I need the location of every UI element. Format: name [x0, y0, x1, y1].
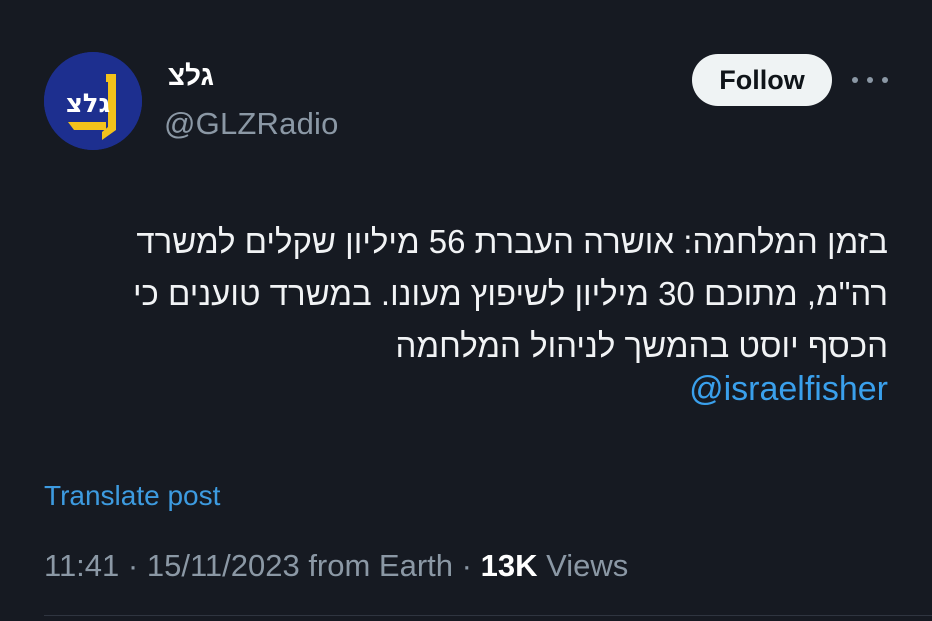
more-dot [867, 77, 873, 83]
more-horizontal-icon[interactable] [852, 68, 888, 92]
divider [44, 615, 932, 616]
tweet-line: בזמן המלחמה: אושרה העברת 56 מיליון שקלים… [136, 223, 888, 260]
meta-separator: · [453, 548, 481, 583]
avatar-logo-text: גלצ [66, 89, 110, 119]
mention-link[interactable]: @israelfisher [560, 370, 888, 409]
tweet-line: רה"מ, מתוכם 30 מיליון לשיפוץ מעונו. במשר… [132, 275, 888, 312]
avatar[interactable]: גלצ [44, 52, 142, 150]
tweet-card: גלצ גלצ @GLZRadio Follow בזמן המלחמה: או… [0, 0, 932, 621]
tweet-meta: 11:41 · 15/11/2023 from Earth · 13K View… [44, 548, 628, 584]
more-dot [852, 77, 858, 83]
views-count[interactable]: 13K [481, 548, 538, 583]
author-display-name[interactable]: גלצ [168, 60, 214, 92]
tweet-body: בזמן המלחמה: אושרה העברת 56 מיליון שקלים… [40, 216, 888, 372]
tweet-date[interactable]: 15/11/2023 [147, 548, 300, 583]
follow-button[interactable]: Follow [692, 54, 832, 106]
tweet-time[interactable]: 11:41 [44, 548, 119, 583]
translate-post-link[interactable]: Translate post [44, 480, 220, 512]
author-handle[interactable]: @GLZRadio [164, 106, 339, 142]
tweet-line: הכסף יוסט בהמשך לניהול המלחמה [395, 327, 888, 364]
views-label: Views [537, 548, 629, 583]
meta-separator: · [119, 548, 147, 583]
glz-logo-icon: גלצ [44, 52, 142, 150]
more-dot [882, 77, 888, 83]
tweet-source: from Earth [299, 548, 454, 583]
